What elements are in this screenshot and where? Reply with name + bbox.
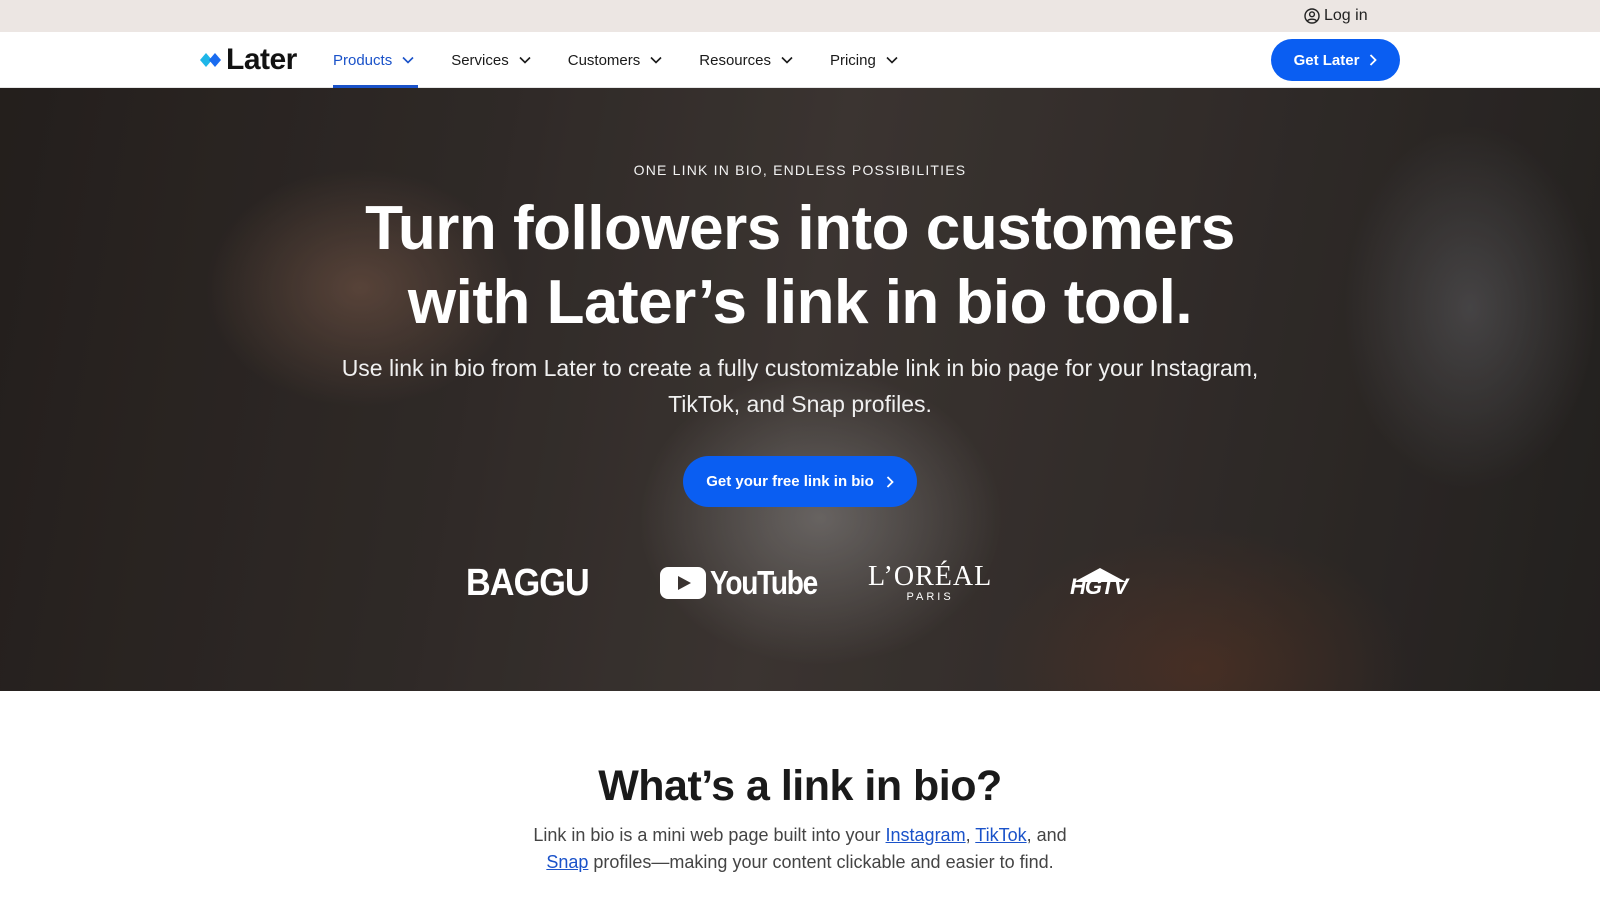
section-body: Link in bio is a mini web page built int…	[500, 822, 1100, 876]
tiktok-link[interactable]: TikTok	[975, 825, 1026, 845]
hero-eyebrow: ONE LINK IN BIO, ENDLESS POSSIBILITIES	[633, 162, 967, 178]
customer-logos: BAGGU YouTube L’ORÉAL PARIS HGTV	[0, 561, 1600, 604]
later-logo-mark-icon	[200, 53, 221, 67]
get-free-link-in-bio-button[interactable]: Get your free link in bio	[683, 456, 917, 507]
youtube-wordmark: YouTube	[710, 564, 818, 601]
nav-item-pricing[interactable]: Pricing	[830, 32, 898, 88]
separator: ,	[965, 825, 976, 845]
chevron-down-icon	[650, 56, 662, 64]
nav-item-label: Pricing	[829, 51, 876, 69]
baggu-logo: BAGGU	[466, 561, 590, 604]
youtube-logo: YouTube	[660, 563, 836, 603]
chevron-down-icon	[519, 56, 531, 64]
youtube-play-icon	[660, 567, 706, 599]
nav-menu: Products Services Customers Resources Pr…	[333, 32, 935, 88]
chevron-right-icon	[886, 475, 894, 488]
section-title: What’s a link in bio?	[598, 762, 1002, 810]
hero-title: Turn followers into customers with Later…	[365, 194, 1235, 337]
user-circle-icon	[1304, 8, 1320, 24]
nav-item-label: Services	[451, 51, 509, 69]
utility-bar: Log in	[0, 0, 1600, 32]
nav-item-services[interactable]: Services	[451, 32, 531, 88]
snap-link[interactable]: Snap	[546, 852, 588, 872]
section-body-text: profiles—making your content clickable a…	[588, 852, 1054, 872]
nav-item-products[interactable]: Products	[333, 32, 419, 88]
nav-item-resources[interactable]: Resources	[699, 32, 793, 88]
nav-item-customers[interactable]: Customers	[568, 32, 663, 88]
later-logo[interactable]: Later	[200, 43, 297, 76]
hgtv-logo: HGTV	[1070, 563, 1134, 603]
nav-item-label: Resources	[699, 51, 771, 69]
chevron-right-icon	[1370, 54, 1378, 66]
login-link[interactable]: Log in	[1304, 6, 1368, 26]
hgtv-wordmark: HGTV	[1070, 574, 1128, 599]
chevron-down-icon	[781, 56, 793, 64]
get-later-label: Get Later	[1293, 51, 1360, 69]
loreal-subtitle: PARIS	[906, 591, 954, 603]
loreal-wordmark: L’ORÉAL	[868, 561, 993, 592]
hero-section: ONE LINK IN BIO, ENDLESS POSSIBILITIES T…	[0, 88, 1600, 691]
section-body-text: Link in bio is a mini web page built int…	[533, 825, 886, 845]
separator: , and	[1026, 825, 1067, 845]
login-label: Log in	[1324, 7, 1368, 24]
hero-subtitle: Use link in bio from Later to create a f…	[341, 355, 1259, 417]
main-nav: Later Products Services Customers Resour…	[0, 32, 1600, 88]
chevron-down-icon	[886, 56, 898, 64]
nav-item-label: Products	[333, 51, 393, 69]
chevron-down-icon	[402, 56, 414, 64]
instagram-link[interactable]: Instagram	[886, 825, 966, 845]
nav-item-label: Customers	[567, 51, 641, 69]
loreal-logo: L’ORÉAL PARIS	[868, 561, 993, 604]
hero-cta-label: Get your free link in bio	[706, 473, 874, 490]
logo-text: Later	[226, 43, 297, 76]
get-later-button[interactable]: Get Later	[1271, 39, 1400, 81]
